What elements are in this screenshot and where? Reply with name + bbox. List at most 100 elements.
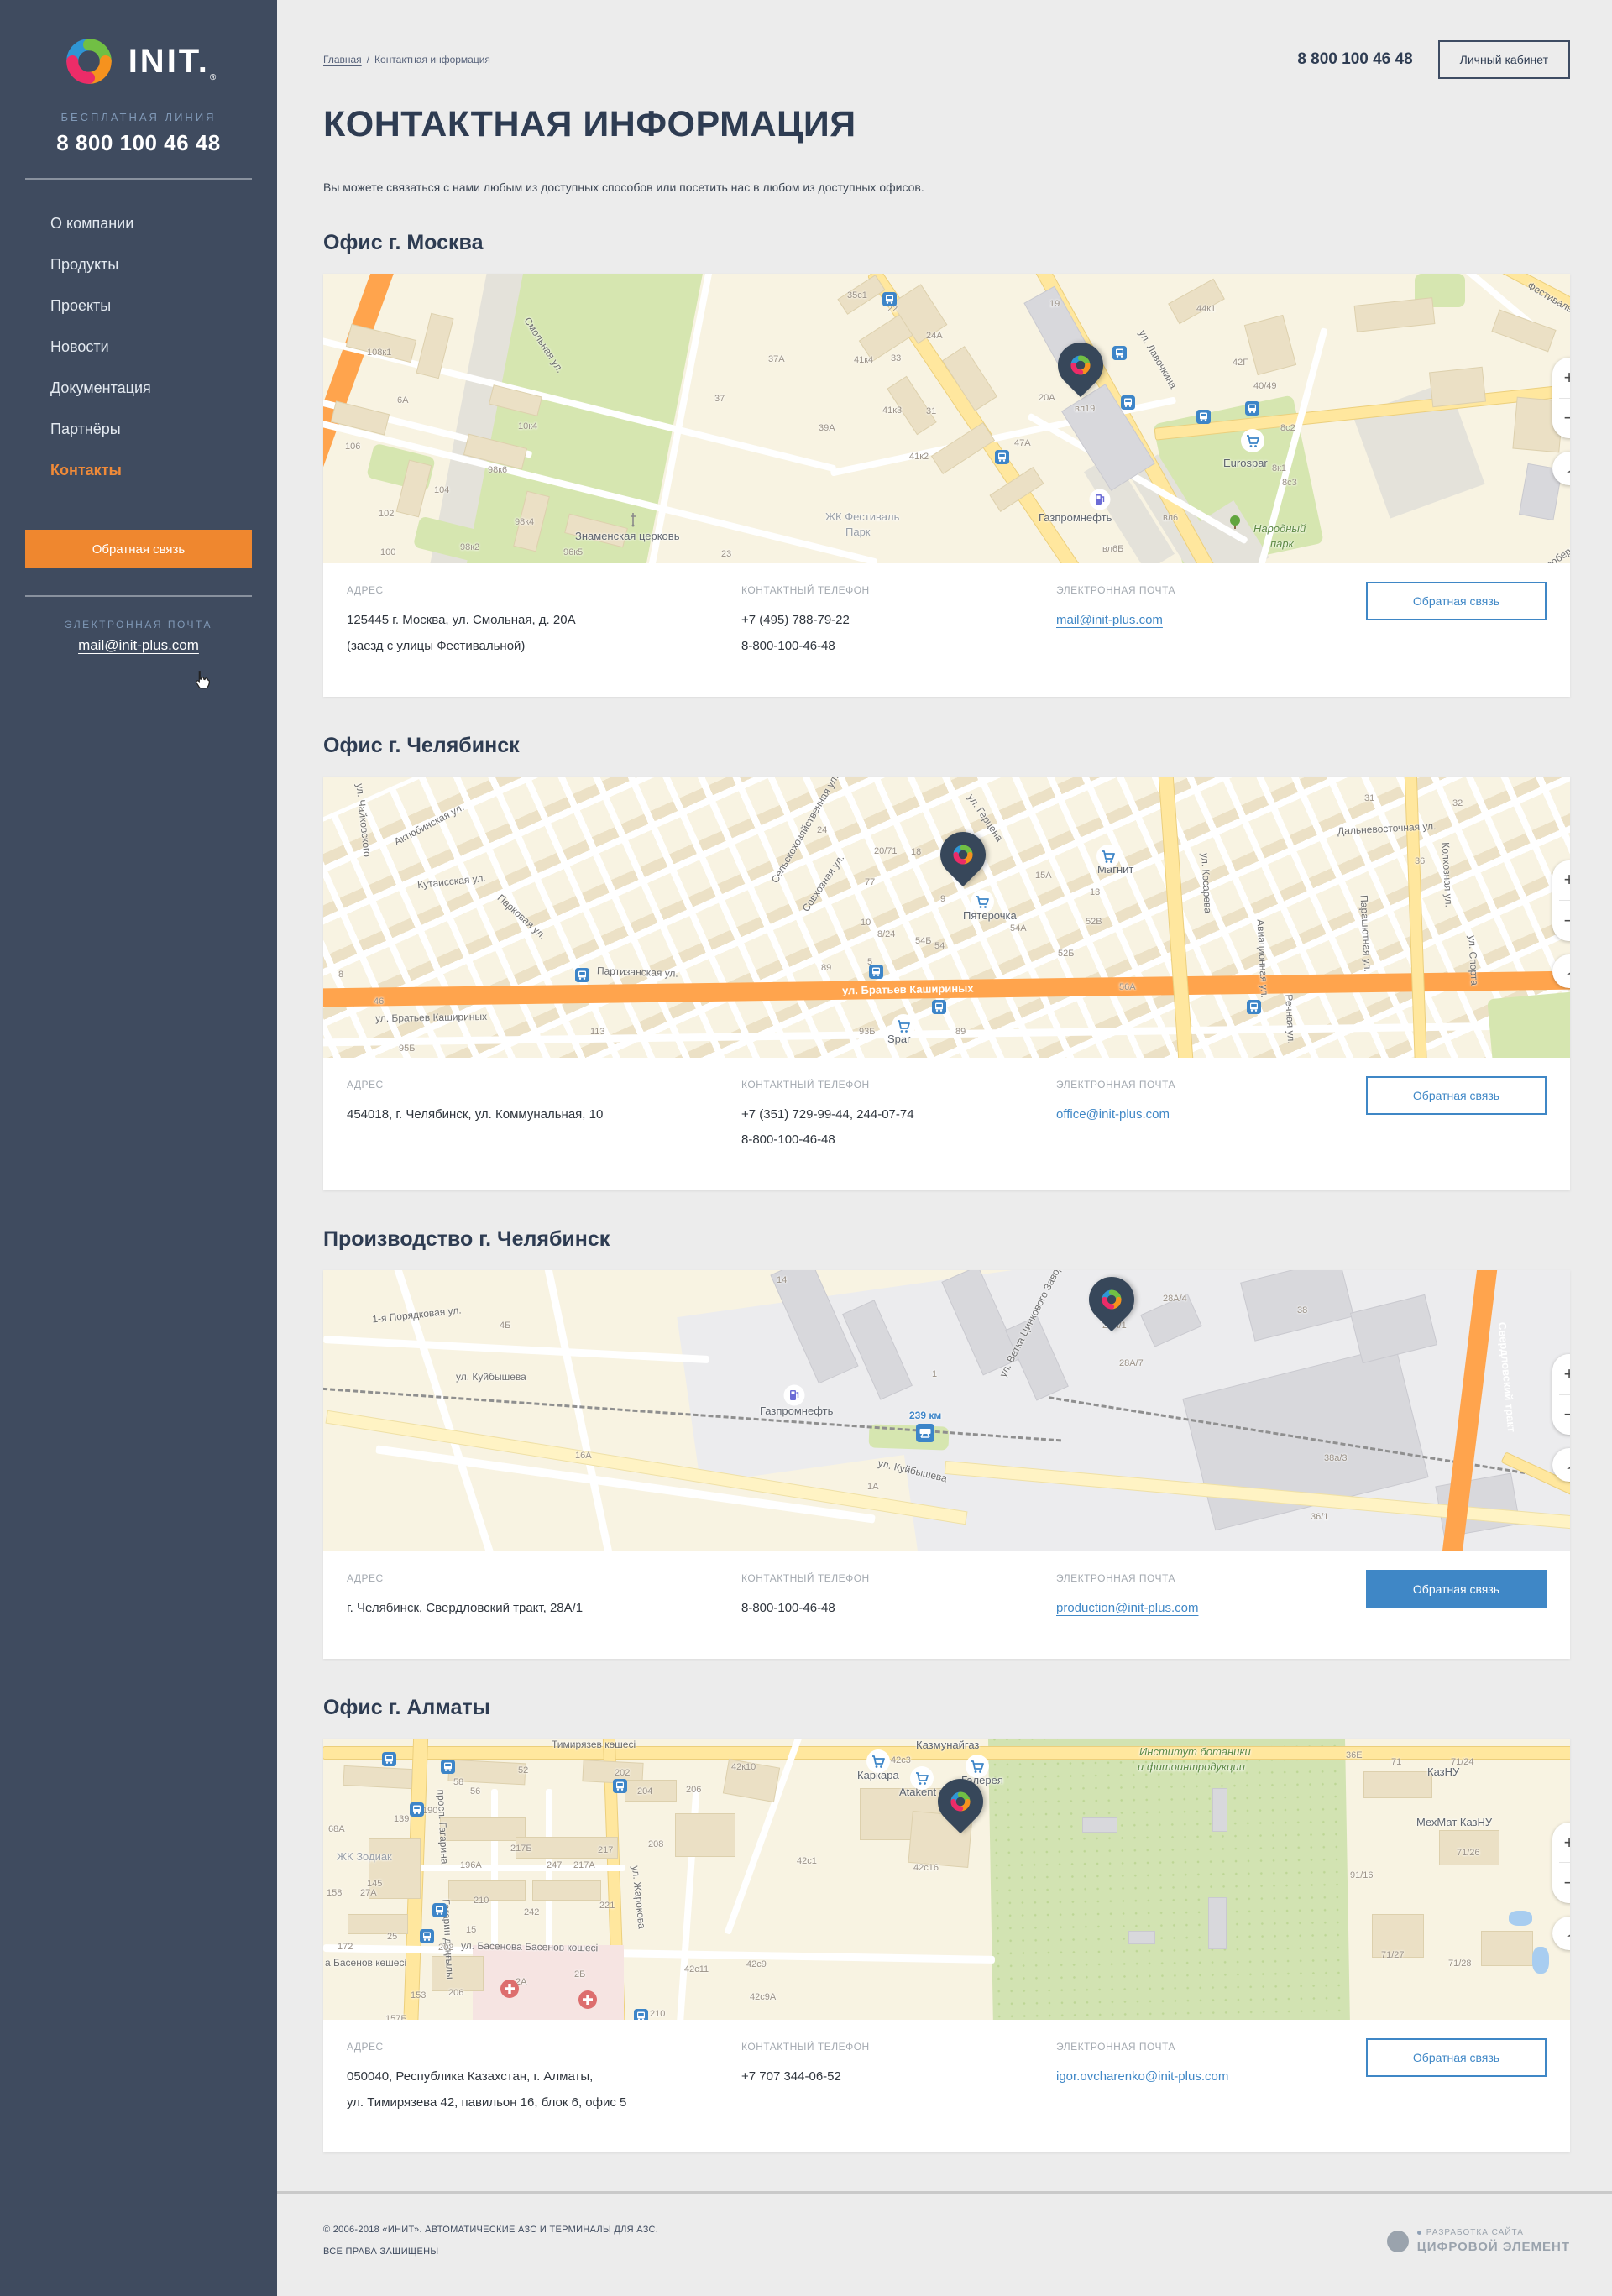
map-label: 8к1 — [1272, 463, 1286, 473]
sidebar-item-0[interactable]: О компании — [0, 203, 277, 244]
zoom-in-button[interactable]: + — [1552, 358, 1570, 398]
sidebar-item-4[interactable]: Документация — [0, 368, 277, 409]
map-label: Парк — [845, 526, 871, 538]
map-shape — [1169, 280, 1223, 323]
map-label: ул. Лавочкина — [1136, 328, 1179, 391]
cart-icon — [891, 1013, 916, 1038]
map-zoom-controls: + − — [1552, 860, 1570, 941]
office-feedback-button[interactable]: Обратная связь — [1366, 1076, 1547, 1115]
map-label: 15 — [466, 1925, 476, 1935]
zoom-out-button[interactable]: − — [1552, 1863, 1570, 1903]
cart-icon — [1096, 844, 1121, 869]
map-label: 71/28 — [1448, 1959, 1472, 1969]
sidebar-item-6[interactable]: Контакты — [0, 450, 277, 491]
map-label: МехМат КазНУ — [1416, 1816, 1492, 1828]
breadcrumb-separator: / — [367, 54, 369, 65]
geolocation-button[interactable] — [1552, 1917, 1570, 1950]
map-label: 58 — [453, 1777, 463, 1787]
sidebar-item-1[interactable]: Продукты — [0, 244, 277, 285]
office-map[interactable]: + − ул. ЧайковскогоАктюбинская ул.Кутаис… — [323, 777, 1570, 1058]
office-map[interactable]: + − Смольная ул.ул. ЛавочкинаФестивальна… — [323, 274, 1570, 563]
map-street-grid — [323, 777, 1570, 1058]
registered-mark: ® — [210, 73, 216, 82]
developer-credit[interactable]: РАЗРАБОТКА САЙТА ЦИФРОВОЙ ЭЛЕМЕНТ — [1387, 2228, 1570, 2254]
metro-icon — [613, 1779, 627, 1793]
address-value: г. Челябинск, Свердловский тракт, 28А/1 — [347, 1596, 741, 1622]
map-label: 139 — [394, 1814, 409, 1824]
zoom-in-button[interactable]: + — [1552, 1354, 1570, 1394]
map-zoom-controls: + − — [1552, 1354, 1570, 1435]
sidebar-item-3[interactable]: Новости — [0, 327, 277, 368]
map-label: 106 — [345, 442, 360, 452]
breadcrumb: Главная/Контактная информация — [323, 54, 490, 65]
office-feedback-button[interactable]: Обратная связь — [1366, 2038, 1547, 2077]
email-link[interactable]: production@init-plus.com — [1056, 1601, 1198, 1615]
brand-name: INIT.® — [128, 43, 217, 81]
init-logo-icon — [61, 34, 117, 89]
map-label: 104 — [434, 485, 449, 495]
office-card: + − Смольная ул.ул. ЛавочкинаФестивальна… — [323, 274, 1570, 697]
phone-label: КОНТАКТНЫЙ ТЕЛЕФОН — [741, 1079, 1056, 1090]
logo[interactable]: INIT.® — [0, 34, 277, 89]
map-label: 52В — [1086, 917, 1102, 927]
email-link[interactable]: igor.ovcharenko@init-plus.com — [1056, 2069, 1228, 2084]
map-label: Знаменская церковь — [575, 530, 679, 542]
map-label: 35с1 — [847, 290, 867, 301]
office-feedback-button[interactable]: Обратная связь — [1366, 582, 1547, 620]
map-label: вл19 — [1075, 404, 1095, 414]
office-heading: Производство г. Челябинск — [323, 1227, 1570, 1252]
phone-value: +7 707 344-06-52 — [741, 2064, 1056, 2090]
map-label: 37 — [714, 394, 725, 404]
phone-value: +7 (351) 729-99-44, 244-07-74 — [741, 1102, 1056, 1128]
sidebar-item-2[interactable]: Проекты — [0, 285, 277, 327]
map-label: 10 — [861, 918, 871, 928]
map-label: 247 — [547, 1860, 562, 1870]
map-label: Казмунайгаз — [916, 1739, 979, 1751]
map-shape — [1209, 1898, 1226, 1948]
map-label: 71 — [1391, 1757, 1401, 1767]
map-label: 42с1 — [797, 1856, 817, 1866]
map-label: просп. Гагарина — [435, 1789, 451, 1865]
map-label: 2Б — [574, 1969, 585, 1980]
email-link[interactable]: office@init-plus.com — [1056, 1107, 1170, 1122]
offices-list: Офис г. Москва + − Смольная ул.ул. Лавоч… — [323, 231, 1570, 2152]
breadcrumb-home-link[interactable]: Главная — [323, 54, 362, 65]
map-label: 42с3 — [891, 1755, 911, 1765]
map-label: 41к4 — [854, 355, 873, 365]
map-label: 217А — [573, 1860, 595, 1870]
map-label: Институт ботаники — [1139, 1745, 1251, 1758]
map-label: 20/71 — [874, 846, 898, 856]
account-button[interactable]: Личный кабинет — [1438, 40, 1570, 79]
map-zoom-controls: + − — [1552, 358, 1570, 438]
phone-label: КОНТАКТНЫЙ ТЕЛЕФОН — [741, 584, 1056, 596]
map-label: 39А — [819, 423, 835, 433]
zoom-in-button[interactable]: + — [1552, 1823, 1570, 1863]
metro-icon — [432, 1903, 447, 1917]
map-shape — [1213, 1789, 1227, 1831]
office-heading: Офис г. Москва — [323, 231, 1570, 255]
map-label: 210 — [474, 1896, 489, 1906]
cross-icon — [578, 1990, 598, 2010]
map-label: 52 — [518, 1765, 528, 1776]
map-label: 20А — [1039, 393, 1055, 403]
cursor-hand-icon — [191, 669, 213, 695]
sidebar-item-5[interactable]: Партнёры — [0, 409, 277, 450]
header-phone: 8 800 100 46 48 — [1297, 50, 1412, 69]
sidebar-feedback-button[interactable]: Обратная связь — [25, 530, 252, 568]
map-label: парк — [1270, 537, 1294, 550]
map-label: 28А/4 — [1163, 1294, 1187, 1304]
metro-icon — [1247, 1000, 1261, 1014]
office-map[interactable]: + − 1-я Порядковая ул.ул. Куйбышеваул. К… — [323, 1270, 1570, 1551]
office-feedback-button[interactable]: Обратная связь — [1366, 1570, 1547, 1608]
map-label: 32 — [1452, 798, 1463, 808]
map-label: 1 — [932, 1369, 937, 1379]
map-shape — [473, 1945, 624, 2020]
email-link[interactable]: mail@init-plus.com — [1056, 613, 1163, 627]
office-map[interactable]: + − Тимирязев көшесіпросп. ГагаринаГагар… — [323, 1739, 1570, 2020]
metro-icon — [382, 1752, 396, 1766]
map-shape — [1509, 1911, 1532, 1926]
office-section-almaty: Офис г. Алматы + − Тимирязев көшесіпросп… — [323, 1696, 1570, 2153]
developer-logo-icon — [1387, 2231, 1409, 2252]
sidebar-email-link[interactable]: mail@init-plus.com — [0, 637, 277, 654]
map-label: 8с2 — [1280, 423, 1295, 433]
